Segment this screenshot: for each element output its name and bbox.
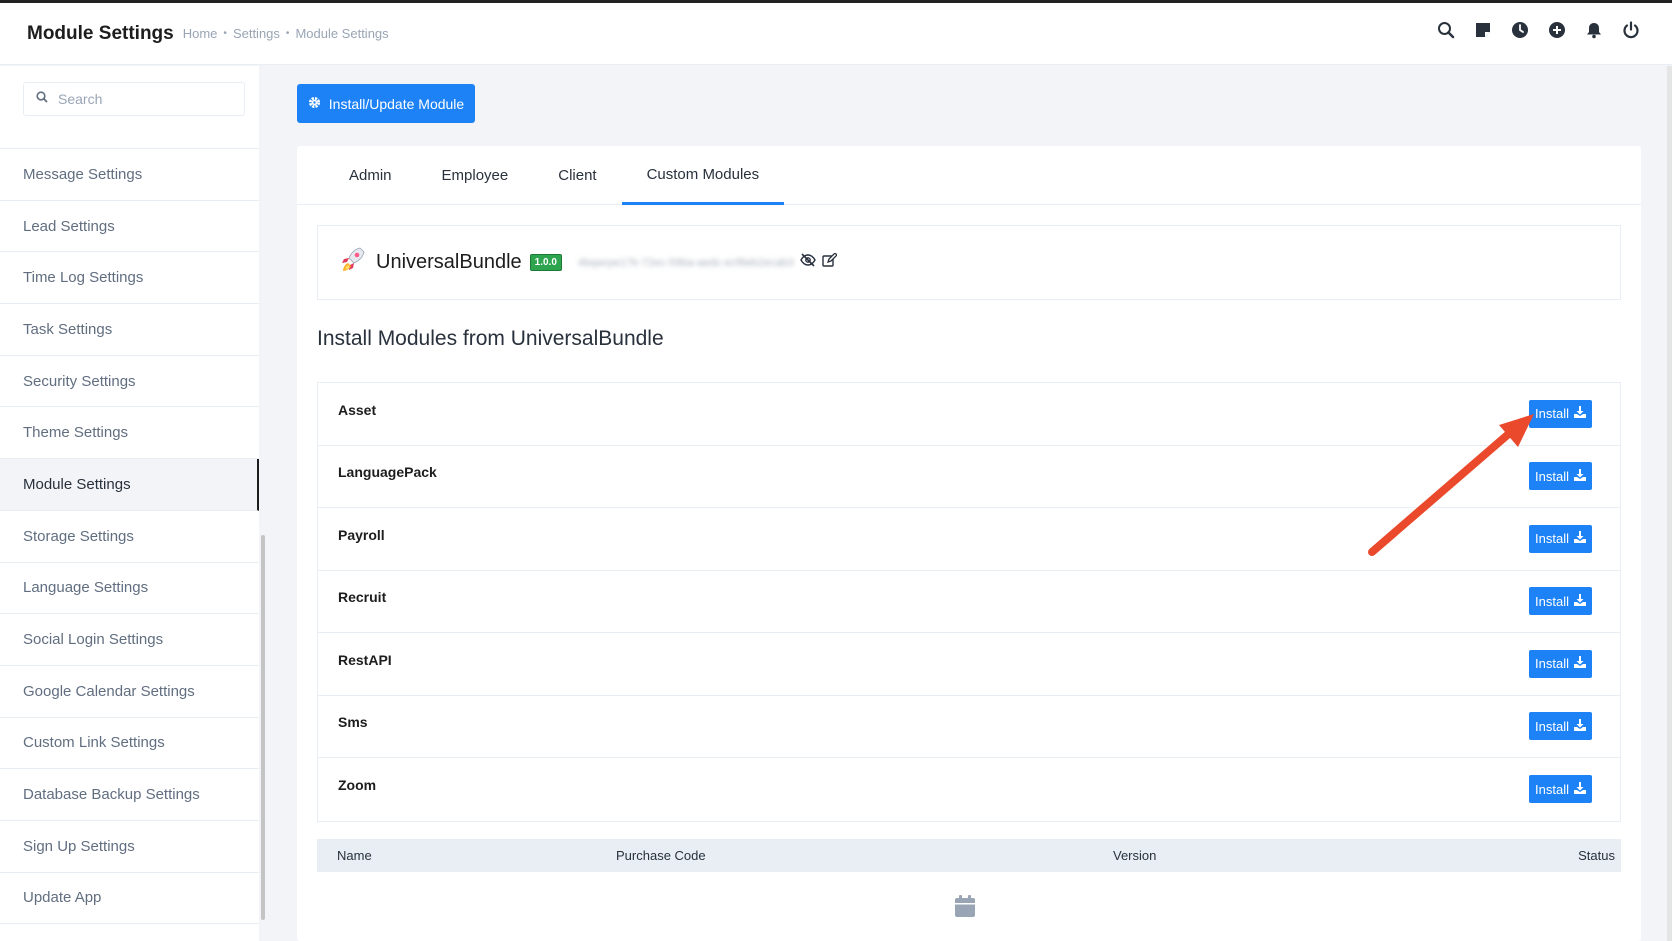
section-title: Install Modules from UniversalBundle [317,327,664,350]
calendar-icon [955,895,975,922]
install-label: Install [1535,656,1569,672]
bundle-info: UniversalBundle 1.0.0 4bqwrpe17k-72ec-59… [317,225,1621,300]
tab-employee[interactable]: Employee [417,146,534,205]
module-name: RestAPI [338,651,392,668]
page-title: Module Settings [27,22,174,44]
sidebar-item-google-calendar-settings[interactable]: Google Calendar Settings [0,666,259,718]
power-icon[interactable] [1622,21,1640,39]
sidebar-item-task-settings[interactable]: Task Settings [0,304,259,356]
breadcrumb: Home • Settings • Module Settings [183,26,389,41]
module-name: Payroll [338,526,385,543]
sidebar-item-module-settings[interactable]: Module Settings [0,459,259,511]
download-icon [1574,781,1586,797]
license-code: 4bqwrpe17k-72ec-59ba-aedc-ecf8eb2ecab3 [577,256,794,269]
tab-custom-modules[interactable]: Custom Modules [621,146,785,205]
module-row: Zoom Install [318,758,1620,821]
download-icon [1574,593,1586,609]
module-row: Payroll Install [318,508,1620,571]
sidebar-item-theme-settings[interactable]: Theme Settings [0,407,259,460]
settings-sidebar: Message Settings Lead Settings Time Log … [0,66,268,941]
clock-icon[interactable] [1511,21,1529,39]
tab-client[interactable]: Client [533,146,621,205]
search-icon [36,90,48,108]
sidebar-scrollbar-thumb[interactable] [261,535,265,920]
sidebar-item-update-app[interactable]: Update App [0,873,259,925]
install-label: Install [1535,718,1569,734]
column-name: Name [337,848,372,863]
module-name: Sms [338,714,368,731]
module-row: Recruit Install [318,571,1620,633]
module-row: LanguagePack Install [318,446,1620,508]
install-recruit-button[interactable]: Install [1529,587,1592,616]
install-asset-button[interactable]: Install [1529,399,1592,428]
bundle-name: UniversalBundle [376,251,522,273]
install-payroll-button[interactable]: Install [1529,524,1592,553]
install-restapi-button[interactable]: Install [1529,649,1592,678]
page-scrollbar[interactable] [1667,66,1672,941]
sidebar-item-social-login-settings[interactable]: Social Login Settings [0,614,259,666]
breadcrumb-separator: • [285,28,290,39]
modules-table-header: Name Purchase Code Version Status [317,839,1621,872]
module-row: Asset Install [318,383,1620,446]
module-name: LanguagePack [338,464,437,481]
install-label: Install [1535,468,1569,484]
version-badge: 1.0.0 [529,254,562,271]
column-status: Status [1578,848,1615,863]
column-version: Version [1113,848,1157,863]
sidebar-item-security-settings[interactable]: Security Settings [0,356,259,408]
install-label: Install [1535,593,1569,609]
edit-icon[interactable] [822,251,838,273]
bell-icon[interactable] [1585,21,1603,39]
eye-slash-icon[interactable] [799,252,816,273]
sidebar-item-lead-settings[interactable]: Lead Settings [0,201,259,253]
sticky-note-icon[interactable] [1474,21,1492,39]
install-languagepack-button[interactable]: Install [1529,462,1592,491]
sidebar-item-message-settings[interactable]: Message Settings [0,149,259,201]
install-update-module-button[interactable]: Install/Update Module [297,84,475,123]
plus-circle-icon[interactable] [1548,21,1566,39]
module-settings-card: Admin Employee Client Custom Modules Uni… [297,146,1641,941]
module-name: Asset [338,401,377,418]
sidebar-item-language-settings[interactable]: Language Settings [0,563,259,615]
download-icon [1574,468,1586,484]
search-icon[interactable] [1437,21,1455,39]
column-purchase-code: Purchase Code [616,848,706,863]
rocket-icon [338,245,368,280]
breadcrumb-settings[interactable]: Settings [233,26,280,41]
top-header: Module Settings Home • Settings • Module… [0,3,1672,65]
sidebar-item-storage-settings[interactable]: Storage Settings [0,511,259,563]
sidebar-item-custom-link-settings[interactable]: Custom Link Settings [0,718,259,770]
sidebar-search[interactable] [23,82,245,116]
header-actions [1437,21,1640,39]
sidebar-item-sign-up-settings[interactable]: Sign Up Settings [0,821,259,873]
module-name: Recruit [338,589,387,606]
sidebar-search-input[interactable] [58,91,228,107]
breadcrumb-home[interactable]: Home [183,26,218,41]
breadcrumb-current: Module Settings [295,26,389,41]
breadcrumb-separator: • [223,28,227,39]
bundle-actions [799,251,838,273]
tab-admin[interactable]: Admin [324,146,417,205]
download-icon [1574,406,1586,421]
gear-icon [308,96,321,112]
install-label: Install [1535,406,1569,422]
download-icon [1574,718,1586,734]
sidebar-menu: Message Settings Lead Settings Time Log … [0,148,259,925]
module-tabs: Admin Employee Client Custom Modules [297,146,1641,205]
module-name: Zoom [338,777,377,794]
install-update-label: Install/Update Module [328,95,465,112]
module-row: Sms Install [318,696,1620,758]
install-label: Install [1535,531,1569,547]
install-label: Install [1535,781,1569,797]
sidebar-item-database-backup-settings[interactable]: Database Backup Settings [0,769,259,821]
module-row: RestAPI Install [318,633,1620,696]
download-icon [1574,656,1586,671]
install-sms-button[interactable]: Install [1529,712,1592,741]
sidebar-item-time-log-settings[interactable]: Time Log Settings [0,252,259,305]
install-zoom-button[interactable]: Install [1529,775,1592,804]
download-icon [1574,531,1586,546]
module-list: Asset Install LanguagePack Install Payro… [317,382,1621,822]
